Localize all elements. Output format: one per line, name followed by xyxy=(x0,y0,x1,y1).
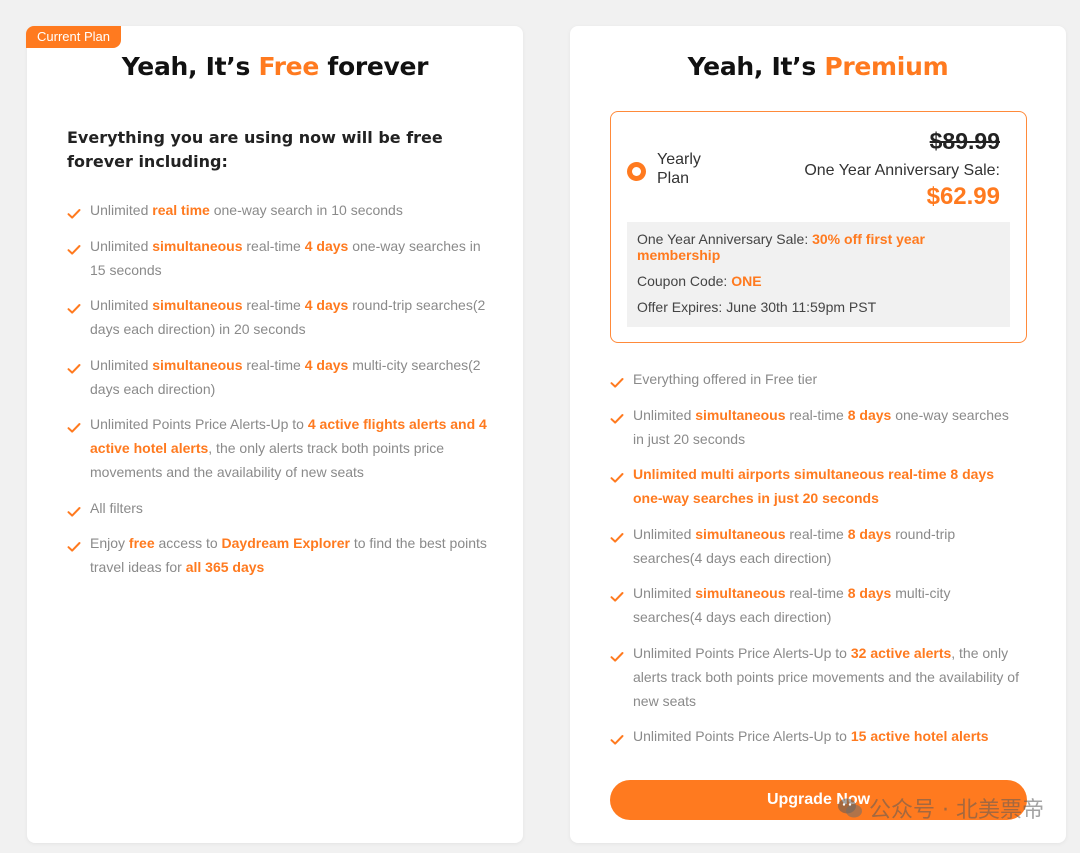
feature-text: Unlimited Points Price Alerts-Up to xyxy=(633,644,851,661)
feature-text: real-time xyxy=(785,406,848,423)
feature-item: Unlimited multi airports simultaneous re… xyxy=(610,462,1020,510)
check-icon xyxy=(610,586,624,602)
check-icon xyxy=(67,298,81,314)
feature-text: Unlimited xyxy=(90,356,153,373)
free-title-accent: Free xyxy=(258,52,319,81)
coupon-line: Coupon Code: ONE xyxy=(637,273,1000,289)
feature-text: Unlimited xyxy=(633,406,696,423)
premium-plan-title: Yeah, It’s Premium xyxy=(570,52,1066,81)
feature-highlight: simultaneous xyxy=(152,237,243,254)
feature-text: real-time xyxy=(242,297,305,313)
check-icon xyxy=(610,646,624,662)
feature-text: All filters xyxy=(90,499,143,516)
feature-item: Unlimited simultaneous real-time 4 days … xyxy=(67,293,487,341)
feature-text: Unlimited Points Price Alerts-Up to xyxy=(90,416,308,432)
wechat-icon xyxy=(838,798,863,818)
free-feature-list: Unlimited real time one-way search in 10… xyxy=(67,198,487,591)
premium-title-accent: Premium xyxy=(824,52,949,81)
feature-item: Unlimited Points Price Alerts-Up to 4 ac… xyxy=(67,412,487,484)
feature-highlight: 8 days xyxy=(847,525,892,542)
check-icon xyxy=(67,536,81,552)
premium-title-prefix: Yeah, It’s xyxy=(687,52,825,81)
feature-text: Unlimited xyxy=(90,237,153,254)
feature-text: Unlimited Points Price Alerts-Up to xyxy=(633,728,851,744)
feature-highlight: free xyxy=(128,535,155,551)
free-plan-card: Current Plan Yeah, It’s Free forever Eve… xyxy=(26,26,523,843)
check-icon xyxy=(610,467,624,483)
feature-item: Unlimited simultaneous real-time 4 days … xyxy=(67,353,487,401)
feature-item: Unlimited simultaneous real-time 8 days … xyxy=(610,581,1020,629)
check-icon xyxy=(610,372,624,388)
feature-item: Enjoy free access to Daydream Explorer t… xyxy=(67,531,487,579)
offer-details: One Year Anniversary Sale: 30% off first… xyxy=(627,222,1010,327)
offer-expires: Offer Expires: June 30th 11:59pm PST xyxy=(637,299,877,315)
check-icon xyxy=(610,408,624,424)
plan-name: Yearly Plan xyxy=(657,151,701,187)
feature-item: Unlimited Points Price Alerts-Up to 15 a… xyxy=(610,724,1020,748)
coupon-code: ONE xyxy=(731,273,762,289)
feature-highlight: 8 days xyxy=(847,585,892,601)
premium-plan-card: Yeah, It’s Premium Yearly Plan $89.99 On… xyxy=(570,26,1066,843)
feature-text: real-time xyxy=(242,237,305,254)
feature-highlight: 8 days xyxy=(847,406,892,423)
feature-highlight: simultaneous xyxy=(695,525,786,542)
watermark-text: 公众号 · 北美票帝 xyxy=(869,798,1044,823)
feature-text: Everything offered in Free tier xyxy=(633,371,818,387)
feature-item: Everything offered in Free tier xyxy=(610,367,1020,391)
free-plan-intro: Everything you are using now will be fre… xyxy=(67,128,443,171)
feature-highlight: simultaneous xyxy=(152,356,243,373)
check-icon xyxy=(67,358,81,374)
feature-text: Unlimited xyxy=(633,525,696,542)
sale-label: One Year Anniversary Sale: xyxy=(804,162,1000,179)
feature-highlight: simultaneous xyxy=(695,585,786,601)
radio-selected-icon[interactable] xyxy=(627,162,646,181)
original-price: $89.99 xyxy=(929,128,1000,154)
feature-text: Enjoy xyxy=(90,535,129,551)
feature-highlight: 4 days xyxy=(304,356,349,373)
free-plan-title: Yeah, It’s Free forever xyxy=(27,52,523,81)
check-icon xyxy=(67,239,81,255)
feature-highlight: 4 days xyxy=(304,237,349,254)
feature-highlight: simultaneous xyxy=(695,406,786,423)
feature-item: Unlimited real time one-way search in 10… xyxy=(67,198,487,222)
feature-text: Unlimited xyxy=(90,202,153,218)
feature-text: real-time xyxy=(242,356,305,373)
feature-highlight: 15 active hotel alerts xyxy=(850,728,989,744)
check-icon xyxy=(610,527,624,543)
feature-item: Unlimited simultaneous real-time 4 days … xyxy=(67,234,487,282)
feature-highlight: 32 active alerts xyxy=(850,644,952,661)
current-plan-badge: Current Plan xyxy=(26,26,121,48)
free-title-prefix: Yeah, It’s xyxy=(121,52,259,81)
feature-item: All filters xyxy=(67,496,487,520)
free-title-suffix: forever xyxy=(318,52,429,81)
feature-item: Unlimited simultaneous real-time 8 days … xyxy=(610,403,1020,451)
check-icon xyxy=(67,417,81,433)
feature-highlight: 4 days xyxy=(304,297,349,313)
feature-item: Unlimited Points Price Alerts-Up to 32 a… xyxy=(610,641,1020,713)
feature-text: Unlimited xyxy=(90,297,153,313)
feature-text: real-time xyxy=(785,585,848,601)
feature-text: Unlimited xyxy=(633,585,696,601)
sale-price: $62.99 xyxy=(926,183,1000,210)
feature-highlight: all 365 days xyxy=(185,559,265,575)
feature-highlight: simultaneous xyxy=(152,297,243,313)
check-icon xyxy=(610,729,624,745)
feature-text: access to xyxy=(154,535,222,551)
feature-text: one-way search in 10 seconds xyxy=(209,202,403,218)
feature-item: Unlimited simultaneous real-time 8 days … xyxy=(610,522,1020,570)
premium-feature-list: Everything offered in Free tier Unlimited… xyxy=(610,367,1020,760)
watermark: 公众号 · 北美票帝 xyxy=(837,792,1044,824)
check-icon xyxy=(67,501,81,517)
offer-sale-line: One Year Anniversary Sale: 30% off first… xyxy=(637,231,1000,263)
yearly-plan-option[interactable]: Yearly Plan $89.99 One Year Anniversary … xyxy=(610,111,1027,343)
feature-highlight: real time xyxy=(152,202,210,218)
check-icon xyxy=(67,203,81,219)
offer-sale-prefix: One Year Anniversary Sale: xyxy=(637,231,813,247)
feature-highlight: Daydream Explorer xyxy=(221,535,350,551)
feature-highlight: Unlimited multi airports simultaneous re… xyxy=(633,466,994,506)
feature-text: real-time xyxy=(785,525,848,542)
coupon-prefix: Coupon Code: xyxy=(637,273,732,289)
